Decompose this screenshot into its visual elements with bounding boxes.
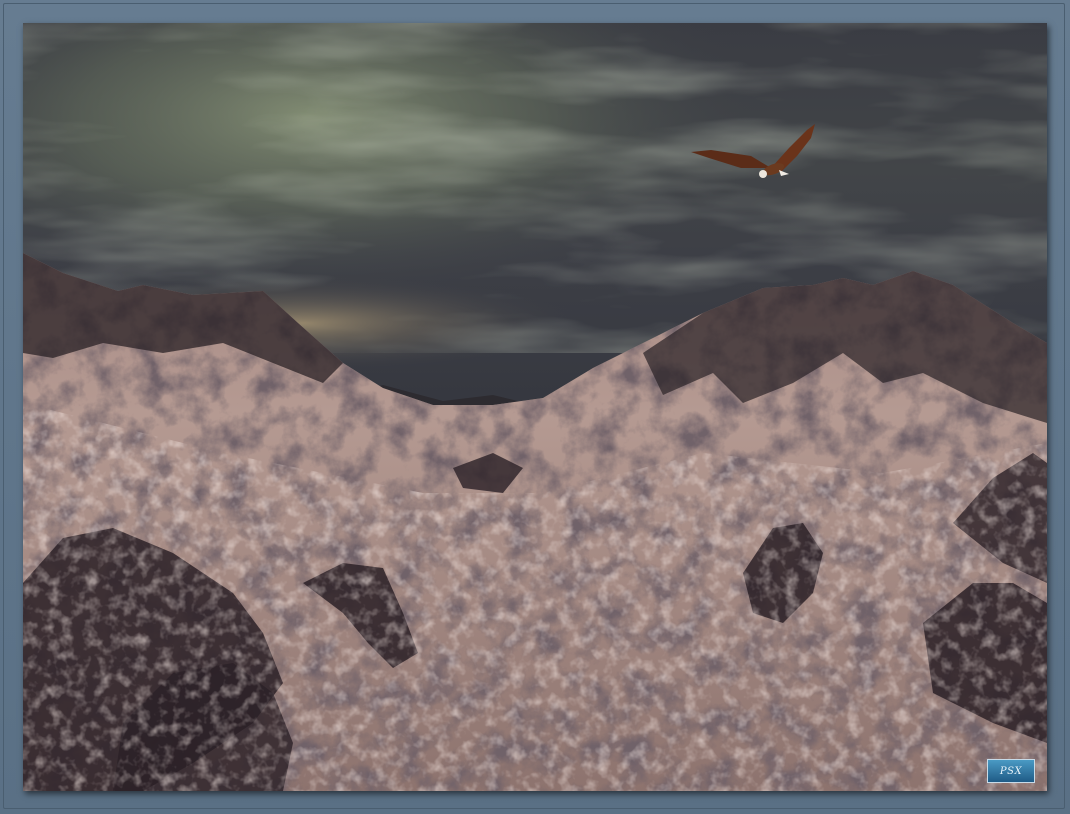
landscape-image: [23, 23, 1047, 791]
landscape-artwork: PSX: [23, 23, 1047, 791]
picture-frame: PSX: [0, 0, 1070, 814]
artist-watermark-logo: PSX: [987, 759, 1035, 783]
